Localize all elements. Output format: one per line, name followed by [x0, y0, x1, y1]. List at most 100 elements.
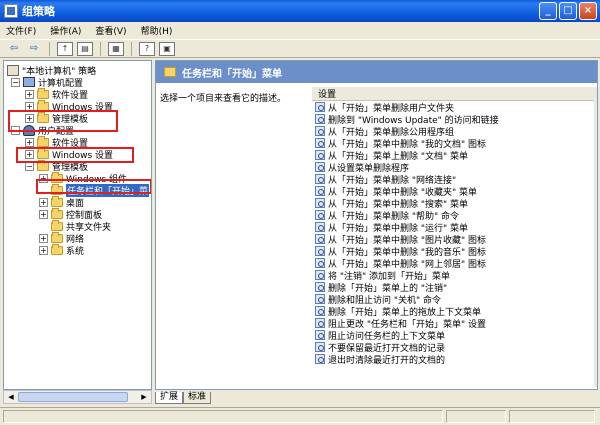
- up-folder-icon[interactable]: ↑: [57, 41, 73, 56]
- folder-icon: [37, 159, 49, 171]
- setting-item[interactable]: 阻止更改 "任务栏和「开始」菜单" 设置: [312, 317, 596, 330]
- export-list-icon[interactable]: ▦: [108, 41, 124, 56]
- expand-icon[interactable]: +: [39, 209, 48, 219]
- minimize-button[interactable]: _: [539, 2, 557, 20]
- tree-item-network[interactable]: + 网络: [39, 231, 84, 245]
- tree-item-computer-admin[interactable]: + 管理模板: [25, 111, 88, 125]
- setting-item[interactable]: 阻止访问任务栏的上下文菜单: [312, 329, 596, 342]
- setting-item[interactable]: 将 "注销" 添加到「开始」菜单: [312, 269, 596, 282]
- setting-item[interactable]: 从「开始」菜单删除 "网络连接": [312, 173, 596, 186]
- computer-icon: [23, 77, 35, 87]
- column-header-setting[interactable]: 设置: [312, 87, 596, 101]
- tree-horizontal-scrollbar[interactable]: ◀ ▶: [3, 390, 152, 404]
- folder-icon: [51, 219, 63, 231]
- window-title: 组策略: [22, 5, 55, 18]
- show-tree-icon[interactable]: ▤: [77, 41, 93, 56]
- expand-icon[interactable]: +: [25, 101, 34, 111]
- policy-setting-icon: [315, 102, 325, 112]
- scroll-right-icon[interactable]: ▶: [138, 392, 150, 402]
- setting-item[interactable]: 删除「开始」菜单上的 "注销": [312, 281, 596, 294]
- list-vertical-scrollbar[interactable]: [594, 87, 597, 387]
- policy-tree[interactable]: "本地计算机" 策略 − 计算机配置 + 软件设置 + Windows 设置 +…: [3, 60, 152, 390]
- tree-item-shared-folders[interactable]: 共享文件夹: [51, 219, 111, 233]
- tree-item-computer-software[interactable]: + 软件设置: [25, 87, 88, 101]
- tree-item-computer-windows[interactable]: + Windows 设置: [25, 99, 113, 113]
- setting-item[interactable]: 从设置菜单删除程序: [312, 161, 596, 174]
- tab-extended[interactable]: 扩展: [155, 392, 184, 404]
- policy-setting-icon: [315, 114, 325, 124]
- expand-icon[interactable]: +: [25, 149, 34, 159]
- expand-icon[interactable]: +: [25, 89, 34, 99]
- setting-item[interactable]: 从「开始」菜单删除公用程序组: [312, 125, 596, 138]
- setting-item[interactable]: 从「开始」菜单删除用户文件夹: [312, 101, 596, 114]
- tree-item-desktop[interactable]: + 桌面: [39, 195, 84, 209]
- setting-item[interactable]: 不要保留最近打开文档的记录: [312, 341, 596, 354]
- tree-item-user-windows[interactable]: + Windows 设置: [25, 147, 113, 161]
- setting-label: 退出时清除最近打开的文档的: [328, 355, 446, 366]
- setting-item[interactable]: 从「开始」菜单中删除 "网上邻居" 图标: [312, 257, 596, 270]
- setting-item[interactable]: 从「开始」菜单上删除 "文档" 菜单: [312, 149, 596, 162]
- forward-arrow-icon[interactable]: ⇨: [26, 42, 42, 56]
- status-bar: [0, 407, 600, 425]
- maximize-button[interactable]: □: [559, 2, 577, 20]
- status-cell: [509, 410, 595, 423]
- expand-icon[interactable]: +: [25, 137, 34, 147]
- help-icon[interactable]: ?: [139, 41, 155, 56]
- scroll-left-icon[interactable]: ◀: [5, 392, 17, 402]
- settings-list[interactable]: 设置 从「开始」菜单删除用户文件夹 删除到 "Windows Update" 的访…: [312, 87, 596, 387]
- setting-item[interactable]: 从「开始」菜单删除 "帮助" 命令: [312, 209, 596, 222]
- expand-icon[interactable]: +: [39, 197, 48, 207]
- collapse-icon[interactable]: −: [25, 161, 34, 171]
- policy-setting-icon: [315, 174, 325, 184]
- expand-icon[interactable]: +: [25, 113, 34, 123]
- toolbar-separator: [131, 41, 132, 56]
- policy-setting-icon: [315, 186, 325, 196]
- expand-icon[interactable]: +: [39, 173, 48, 183]
- properties-icon[interactable]: ▣: [159, 41, 175, 56]
- setting-item[interactable]: 从「开始」菜单中删除 "我的文档" 图标: [312, 137, 596, 150]
- tree-item-windows-components[interactable]: + Windows 组件: [39, 171, 127, 185]
- window-controls: _ □ ×: [539, 2, 597, 20]
- menu-file[interactable]: 文件(F): [6, 24, 36, 37]
- back-arrow-icon[interactable]: ⇦: [6, 42, 22, 56]
- policy-setting-icon: [315, 126, 325, 136]
- policy-setting-icon: [315, 342, 325, 352]
- status-cell: [446, 410, 506, 423]
- tree-item-local-policy[interactable]: "本地计算机" 策略: [7, 64, 96, 77]
- close-button[interactable]: ×: [579, 2, 597, 20]
- setting-item[interactable]: 删除到 "Windows Update" 的访问和链接: [312, 113, 596, 126]
- setting-item[interactable]: 从「开始」菜单中删除 "我的音乐" 图标: [312, 245, 596, 258]
- setting-item[interactable]: 从「开始」菜单中删除 "图片收藏" 图标: [312, 233, 596, 246]
- toolbar-separator: [100, 41, 101, 56]
- folder-icon: [51, 171, 63, 183]
- setting-item[interactable]: 从「开始」菜单中删除 "运行" 菜单: [312, 221, 596, 234]
- menu-action[interactable]: 操作(A): [50, 24, 81, 37]
- scroll-thumb[interactable]: [18, 392, 128, 402]
- setting-item[interactable]: 删除和阻止访问 "关机" 命令: [312, 293, 596, 306]
- expand-icon[interactable]: +: [39, 245, 48, 255]
- tree-item-computer-config[interactable]: − 计算机配置: [11, 76, 83, 89]
- menu-view[interactable]: 查看(V): [95, 24, 126, 37]
- setting-item[interactable]: 删除「开始」菜单上的拖放上下文菜单: [312, 305, 596, 318]
- setting-item[interactable]: 从「开始」菜单中删除 "搜索" 菜单: [312, 197, 596, 210]
- tree-item-user-admin[interactable]: − 管理模板: [25, 159, 88, 173]
- tree-item-taskbar-start-menu[interactable]: 任务栏和「开始」菜: [51, 183, 150, 197]
- policy-setting-icon: [315, 270, 325, 280]
- tab-standard[interactable]: 标准: [183, 392, 212, 404]
- collapse-icon[interactable]: −: [11, 125, 20, 135]
- tree-item-system[interactable]: + 系统: [39, 243, 84, 257]
- expand-icon[interactable]: +: [39, 233, 48, 243]
- folder-icon: [37, 99, 49, 111]
- toolbar: ⇦ ⇨ ↑ ▤ ▦ ? ▣: [0, 40, 600, 58]
- folder-icon: [51, 195, 63, 207]
- policy-setting-icon: [315, 354, 325, 364]
- collapse-icon[interactable]: −: [11, 77, 20, 87]
- status-cell: [3, 410, 443, 423]
- menu-help[interactable]: 帮助(H): [141, 24, 173, 37]
- tree-item-user-config[interactable]: − 用户配置: [11, 124, 74, 137]
- tree-item-control-panel[interactable]: + 控制面板: [39, 207, 102, 221]
- setting-item[interactable]: 从「开始」菜单中删除 "收藏夹" 菜单: [312, 185, 596, 198]
- tree-item-user-software[interactable]: + 软件设置: [25, 135, 88, 149]
- policy-setting-icon: [315, 246, 325, 256]
- setting-item[interactable]: 退出时清除最近打开的文档的: [312, 353, 596, 366]
